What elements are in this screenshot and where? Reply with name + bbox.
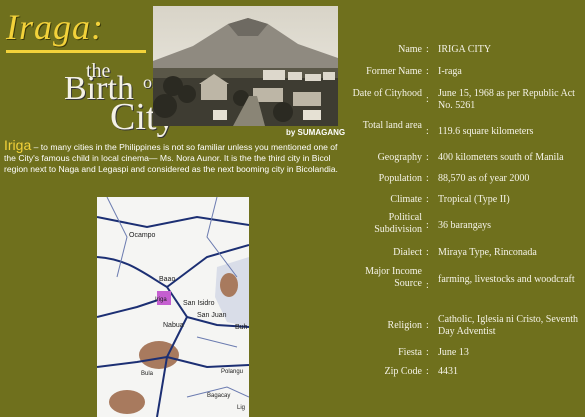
page: Iraga: the Birth of a City xyxy=(0,0,585,417)
title-iraga: Iraga: xyxy=(6,7,104,47)
map-label-iriga: Iriga xyxy=(155,297,167,303)
city-photo xyxy=(153,6,338,126)
info-value: 36 barangays xyxy=(438,220,492,231)
info-label: Political Subdivision xyxy=(374,212,422,235)
info-label: Name xyxy=(398,44,422,55)
map-label-san-juan: San Juan xyxy=(197,312,227,319)
info-value: farming, livestocks and woodcraft xyxy=(438,274,575,285)
info-value: June 15, 1968 as per Republic Act No. 52… xyxy=(438,88,575,111)
info-label: Dialect xyxy=(393,247,422,258)
info-label: Fiesta xyxy=(398,347,422,358)
map-label-lig: Lig xyxy=(237,405,245,411)
map-label-san-isidro: San Isidro xyxy=(183,300,215,307)
map-label-bula: Bula xyxy=(141,371,154,377)
info-value: Tropical (Type II) xyxy=(438,194,510,205)
info-label: Climate xyxy=(390,194,422,205)
map-label-ocampo: Ocampo xyxy=(129,232,156,239)
info-value: Miraya Type, Rinconada xyxy=(438,247,537,258)
map-label-baao: Baao xyxy=(159,276,175,283)
intro-paragraph: Iriga – to many cities in the Philippine… xyxy=(4,137,349,175)
info-value: I-raga xyxy=(438,66,462,77)
info-label: Geography xyxy=(377,152,422,163)
intro-text: – to many cities in the Philippines is n… xyxy=(4,142,338,174)
info-label: Major Income Source xyxy=(365,266,422,289)
map-label-bagacay: Bagacay xyxy=(207,393,230,399)
info-label: Zip Code xyxy=(384,366,423,377)
map-label-buh: Buh xyxy=(235,324,248,331)
info-value: 119.6 square kilometers xyxy=(438,126,534,137)
map-label-polangui: Polangu xyxy=(221,369,243,375)
info-value: 4431 xyxy=(438,366,458,377)
info-label: Former Name xyxy=(366,66,422,77)
region-map: Ocampo Baao Iriga San Isidro San Juan Na… xyxy=(97,197,249,417)
info-label: Religion xyxy=(387,320,422,331)
byline: by SUMAGANG xyxy=(286,128,346,137)
info-label: Date of Cityhood xyxy=(352,88,422,99)
info-label: Population xyxy=(378,173,422,184)
intro-lead: Iriga xyxy=(4,137,32,153)
info-value: June 13 xyxy=(438,347,469,358)
title-underline xyxy=(6,50,146,53)
info-value: IRIGA CITY xyxy=(438,44,492,55)
info-value: 88,570 as of year 2000 xyxy=(438,173,530,184)
info-value: Catholic, Iglesia ni Cristo, Seventh Day… xyxy=(438,314,578,337)
info-value: 400 kilometers south of Manila xyxy=(438,152,564,163)
info-label: Total land area xyxy=(362,120,422,131)
map-label-nabua: Nabua xyxy=(163,322,184,329)
